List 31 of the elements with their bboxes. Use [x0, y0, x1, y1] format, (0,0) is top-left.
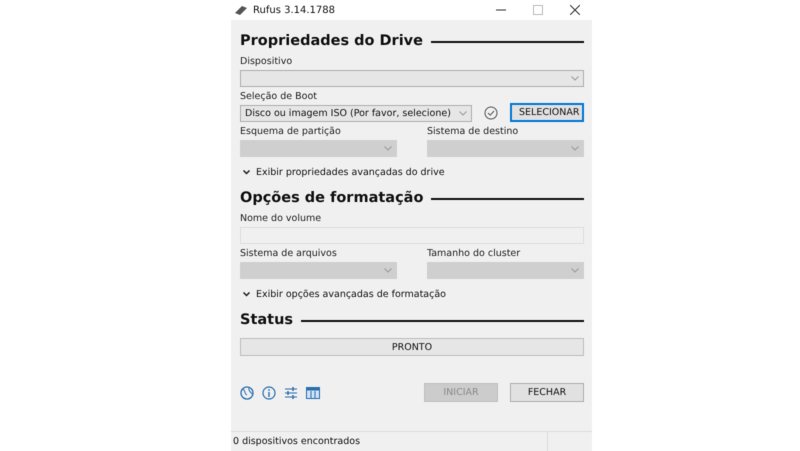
log-icon[interactable] [306, 386, 320, 398]
status-text: 0 dispositivos encontrados [233, 436, 360, 447]
chevron-down-icon [571, 76, 579, 81]
field-label: Tamanho do cluster [427, 247, 522, 260]
info-icon[interactable] [262, 386, 276, 400]
chevron-down-icon [384, 268, 392, 273]
checkmark-circle-icon[interactable] [484, 106, 498, 120]
chevron-down-icon [571, 268, 579, 273]
chevron-down-icon[interactable] [243, 170, 250, 174]
close-icon[interactable] [570, 5, 580, 15]
section-heading: Opções de formatação [240, 190, 424, 206]
field-label: Seleção de Boot [240, 90, 318, 103]
chevron-down-icon [384, 146, 392, 151]
settings-sliders-icon[interactable] [284, 386, 298, 400]
globe-icon[interactable] [240, 386, 254, 400]
field-label: Nome do volume [240, 212, 322, 225]
section-heading: Propriedades do Drive [240, 33, 423, 49]
section-heading: Status [240, 312, 294, 328]
chevron-down-icon[interactable] [243, 292, 250, 296]
window-title: Rufus 3.14.1788 [253, 4, 335, 16]
action-button[interactable]: FECHAR [510, 383, 584, 402]
advanced-options-link[interactable]: Exibir propriedades avançadas do drive [256, 166, 445, 178]
field-label: Sistema de destino [427, 125, 520, 138]
field-label: Sistema de arquivos [240, 247, 338, 260]
chevron-down-icon [571, 146, 579, 151]
field-label: Esquema de partição [240, 125, 342, 138]
advanced-options-link[interactable]: Exibir opções avançadas de formatação [256, 288, 446, 300]
chevron-down-icon [459, 111, 467, 116]
field-label: Dispositivo [240, 55, 294, 68]
dropdown[interactable]: Disco ou imagem ISO (Por favor, selecione) [240, 105, 472, 122]
select-button[interactable]: SELECIONAR [510, 103, 584, 122]
